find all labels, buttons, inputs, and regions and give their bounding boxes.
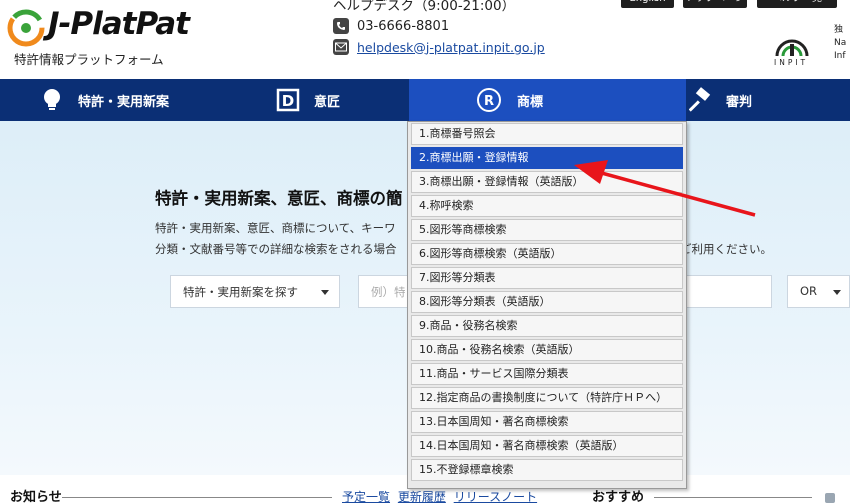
nav-tab-label: 意匠	[314, 91, 340, 110]
inpit-side-text: 独 Na Inf	[834, 24, 846, 63]
menu-item-figure-classification[interactable]: 7.図形等分類表	[411, 267, 683, 289]
nav-tab-trademark[interactable]: R 商標	[409, 79, 686, 121]
inpit-side-line: 独	[834, 24, 846, 37]
menu-item-trademark-number-lookup[interactable]: 1.商標番号照会	[411, 123, 683, 145]
lightbulb-icon	[38, 86, 66, 114]
svg-text:R: R	[484, 94, 494, 109]
hero-title: 特許・実用新案、意匠、商標の簡	[155, 185, 403, 209]
site-logo[interactable]: J-PlatPat 特許情報プラットフォーム	[6, 4, 206, 70]
svg-text:D: D	[282, 92, 294, 110]
help-list-button[interactable]: ヘルプ一覧	[757, 0, 837, 8]
menu-item-goods-services-search[interactable]: 9.商品・役務名検索	[411, 315, 683, 337]
hero-description-line: 特許・実用新案、意匠、商標について、キーワ	[155, 220, 396, 236]
hero-description-line: 分類・文献番号等での詳細な検索をされる場合	[155, 241, 397, 257]
logo-mark-icon	[6, 8, 46, 48]
schedule-link[interactable]: 予定一覧	[342, 490, 390, 504]
search-type-value: 特許・実用新案を探す	[183, 285, 298, 299]
release-notes-link[interactable]: リリースノート	[454, 490, 537, 504]
chevron-down-icon	[321, 290, 329, 295]
registered-icon: R	[475, 86, 503, 114]
hero-description-tail: ご利用ください。	[680, 241, 772, 257]
phone-icon	[333, 18, 349, 34]
inpit-arc-icon	[774, 28, 810, 58]
top-page-button[interactable]: トップページ	[683, 0, 747, 8]
nav-tab-label: 商標	[517, 91, 543, 110]
helpdesk-label: ヘルプデスク（9:00-21:00）	[333, 0, 515, 14]
main-nav: 特許・実用新案 D 意匠 R 商標 審判	[0, 79, 850, 121]
menu-item-rewriting-system[interactable]: 12.指定商品の書換制度について（特許庁ＨＰへ）	[411, 387, 683, 409]
news-links: 予定一覧 更新履歴 リリースノート	[342, 488, 541, 504]
tel-number: 03-6666-8801	[357, 19, 449, 34]
inpit-label: INPIT	[774, 58, 808, 67]
nav-tab-label: 特許・実用新案	[78, 91, 169, 110]
header: J-PlatPat 特許情報プラットフォーム ヘルプデスク（9:00-21:00…	[0, 0, 850, 79]
toggle-icon[interactable]	[825, 493, 835, 503]
nav-tab-label: 審判	[726, 91, 752, 110]
inpit-side-line: Na	[834, 37, 846, 50]
chevron-down-icon	[833, 290, 841, 295]
menu-item-well-known-trademark-search-en[interactable]: 14.日本国周知・著名商標検索（英語版）	[411, 435, 683, 457]
operator-select[interactable]: OR	[787, 275, 850, 308]
news-divider	[62, 497, 332, 498]
search-type-select[interactable]: 特許・実用新案を探す	[170, 275, 340, 308]
operator-value: OR	[800, 284, 817, 298]
logo-subtitle: 特許情報プラットフォーム	[14, 49, 164, 68]
page: J-PlatPat 特許情報プラットフォーム ヘルプデスク（9:00-21:00…	[0, 0, 850, 504]
recommend-divider	[654, 497, 812, 498]
menu-item-unregistrable-mark-search[interactable]: 15.不登録標章検索	[411, 459, 683, 481]
inpit-side-line: Inf	[834, 50, 846, 63]
menu-item-figure-trademark-search-en[interactable]: 6.図形等商標検索（英語版）	[411, 243, 683, 265]
gavel-icon	[689, 86, 717, 114]
helpdesk-email-link[interactable]: helpdesk@j-platpat.inpit.go.jp	[357, 40, 545, 55]
english-button[interactable]: English	[621, 0, 674, 8]
logo-text: J-PlatPat	[48, 6, 189, 42]
mail-icon	[333, 39, 349, 55]
nav-tab-trial[interactable]: 審判	[686, 79, 850, 121]
news-heading: お知らせ	[10, 486, 62, 504]
menu-item-well-known-trademark-search[interactable]: 13.日本国周知・著名商標検索	[411, 411, 683, 433]
nav-tab-design[interactable]: D 意匠	[204, 79, 409, 121]
history-link[interactable]: 更新履歴	[398, 490, 446, 504]
nav-tab-patent[interactable]: 特許・実用新案	[0, 79, 204, 121]
tel-row: 03-6666-8801	[333, 16, 449, 36]
inpit-logo[interactable]: INPIT 独 Na Inf	[774, 24, 850, 70]
mail-row: helpdesk@j-platpat.inpit.go.jp	[333, 37, 545, 57]
menu-item-figure-classification-en[interactable]: 8.図形等分類表（英語版）	[411, 291, 683, 313]
design-icon: D	[274, 86, 302, 114]
annotation-arrow-icon	[560, 150, 770, 225]
menu-item-goods-services-search-en[interactable]: 10.商品・役務名検索（英語版）	[411, 339, 683, 361]
menu-item-international-classification[interactable]: 11.商品・サービス国際分類表	[411, 363, 683, 385]
